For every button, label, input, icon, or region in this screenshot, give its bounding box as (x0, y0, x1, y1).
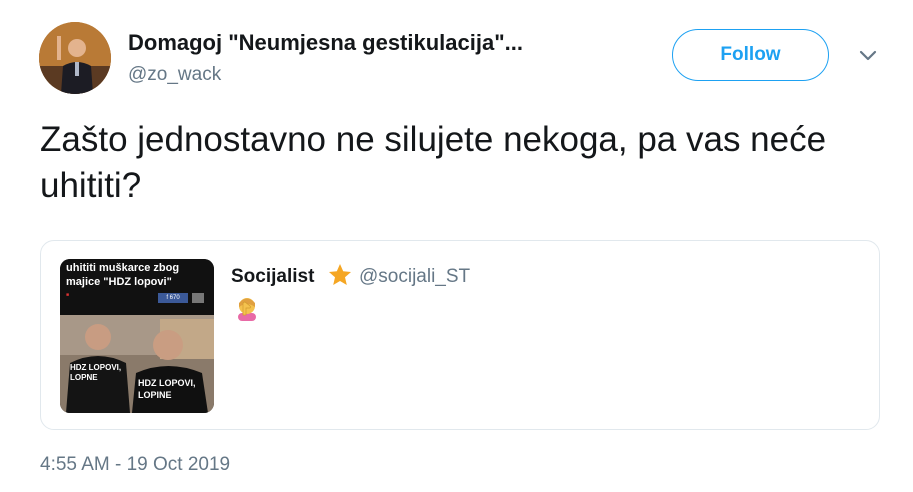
tweet-timestamp[interactable]: 4:55 AM - 19 Oct 2019 (40, 454, 230, 476)
quoted-tweet-thumbnail[interactable]: uhititi muškarce zbog majice "HDZ lopovi… (60, 259, 214, 413)
tweet-card: Domagoj "Neumjesna gestikulacija"... @zo… (0, 0, 913, 492)
star-icon (329, 264, 351, 285)
share-icon (192, 293, 204, 303)
author-handle[interactable]: @zo_wack (128, 64, 221, 86)
facebook-share-badge: f 670 (158, 293, 188, 303)
quoted-tweet-card[interactable]: uhititi muškarce zbog majice "HDZ lopovi… (40, 240, 880, 430)
follow-button[interactable]: Follow (672, 29, 829, 81)
facepalm-emoji-icon (238, 298, 256, 321)
author-display-name[interactable]: Domagoj "Neumjesna gestikulacija"... (128, 30, 648, 56)
quoted-author-handle: @socijali_ST (359, 266, 471, 287)
thumbnail-shirt-text-left: HDZ LOPOVI, LOPNE (70, 363, 122, 382)
thumbnail-meta: ■ (66, 292, 70, 298)
thumbnail-shirt-text-right: HDZ LOPOVI, LOPINE (138, 378, 196, 400)
chevron-down-icon[interactable] (858, 48, 878, 62)
thumbnail-headline: uhititi muškarce zbog majice "HDZ lopovi… (66, 262, 180, 288)
tweet-text: Zašto jednostavno ne silujete nekoga, pa… (40, 120, 827, 205)
avatar-photo-icon (39, 22, 111, 94)
quoted-author-name: Socijalist (231, 266, 315, 287)
author-avatar[interactable] (39, 22, 111, 94)
